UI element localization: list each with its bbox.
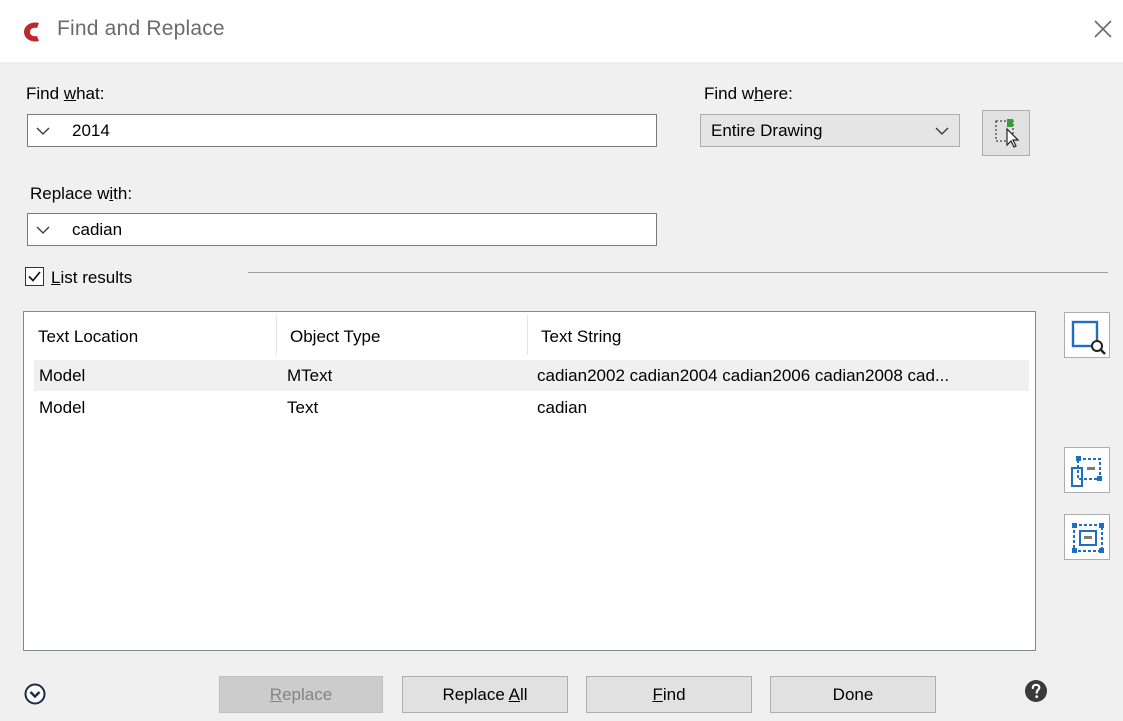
table-row[interactable]: Model MText cadian2002 cadian2004 cadian… <box>34 360 1029 391</box>
column-header-text-string[interactable]: Text String <box>527 312 1035 356</box>
column-header-object-type[interactable]: Object Type <box>276 312 527 356</box>
close-icon[interactable] <box>1090 16 1116 42</box>
replace-button[interactable]: Replace <box>219 676 383 713</box>
cell-text-location: Model <box>39 398 86 417</box>
zoom-to-highlighted-button[interactable] <box>1064 312 1110 358</box>
cell-text-location: Model <box>39 366 86 385</box>
column-header-text-location[interactable]: Text Location <box>24 312 276 356</box>
replace-with-value[interactable]: cadian <box>72 220 122 240</box>
chevron-down-icon <box>935 127 949 135</box>
cell-object-type: Text <box>287 398 319 417</box>
select-objects-icon <box>995 119 1020 148</box>
chevron-down-icon[interactable] <box>36 224 50 236</box>
zoom-to-highlighted-icon <box>1071 320 1106 355</box>
list-results-checkbox[interactable] <box>25 267 44 286</box>
separator-line <box>248 272 1108 273</box>
find-button[interactable]: Find <box>586 676 752 713</box>
create-selection-set-highlighted-button[interactable] <box>1064 447 1110 493</box>
find-what-input[interactable]: 2014 <box>27 114 657 147</box>
find-where-value: Entire Drawing <box>711 121 823 140</box>
find-what-label: Find what: <box>26 84 105 103</box>
cell-text-string: cadian2002 cadian2004 cadian2006 cadian2… <box>537 366 950 385</box>
results-list[interactable]: Text Location Object Type Text String Mo… <box>23 311 1036 651</box>
select-objects-button[interactable] <box>982 110 1030 156</box>
table-row[interactable]: Model Text cadian <box>34 392 1029 423</box>
create-selection-set-all-button[interactable] <box>1064 514 1110 560</box>
cell-object-type: MText <box>287 366 333 385</box>
find-what-value[interactable]: 2014 <box>72 121 110 141</box>
cadian-logo-icon <box>24 22 39 42</box>
find-where-select[interactable]: Entire Drawing <box>700 114 960 147</box>
list-results-label[interactable]: List results <box>51 268 132 288</box>
find-where-label: Find where: <box>704 84 793 103</box>
cell-text-string: cadian <box>537 398 588 417</box>
replace-with-input[interactable]: cadian <box>27 213 657 246</box>
create-selection-set-all-icon <box>1072 523 1104 553</box>
replace-all-button[interactable]: Replace All <box>402 676 568 713</box>
replace-with-label: Replace with: <box>30 184 133 203</box>
expand-more-options-icon[interactable] <box>24 683 46 705</box>
chevron-down-icon[interactable] <box>36 125 50 137</box>
checkmark-icon <box>28 271 41 282</box>
results-header: Text Location Object Type Text String <box>24 312 1035 356</box>
done-button[interactable]: Done <box>770 676 936 713</box>
create-selection-set-highlighted-icon <box>1071 456 1102 487</box>
title-bar: Find and Replace <box>0 0 1123 62</box>
help-icon[interactable] <box>1024 679 1048 703</box>
window-title: Find and Replace <box>57 17 225 40</box>
